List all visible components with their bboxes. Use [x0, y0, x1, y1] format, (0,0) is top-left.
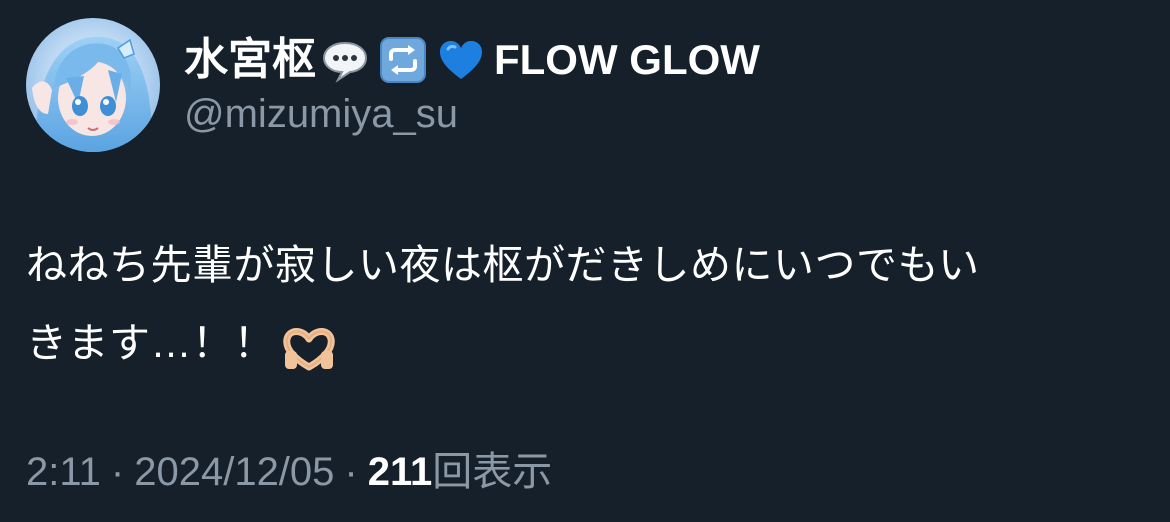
avatar[interactable] [26, 18, 160, 152]
tweet-text: ねねち先輩が寂しい夜は枢がだきしめにいつでもい きます…！！ [26, 226, 1146, 382]
avatar-image [26, 18, 160, 152]
tweet: 水宮枢 FLOW GLOW @mizumiya_su ねねち先輩が寂しい夜は枢が… [0, 0, 1170, 522]
meta-separator: · [344, 450, 358, 494]
meta-separator: · [110, 450, 125, 494]
tweet-time[interactable]: 2:11 [26, 450, 101, 494]
author-handle[interactable]: @mizumiya_su [184, 88, 458, 140]
views-label: 回表示 [432, 450, 553, 494]
tweet-text-line: ねねち先輩が寂しい夜は枢がだきしめにいつでもい [26, 242, 980, 288]
author-display-name: 水宮枢 [184, 35, 316, 84]
blue-heart-icon [433, 32, 489, 88]
tweet-text-line: きます…！！ [26, 304, 1146, 382]
author-name-suffix: FLOW GLOW [494, 36, 760, 83]
speech-balloon-icon [317, 32, 373, 88]
repeat-arrows-icon [375, 32, 431, 88]
tweet-text-line-content: きます…！！ [26, 320, 275, 366]
views-count[interactable]: 211 [368, 450, 433, 494]
tweet-meta: 2:11 · 2024/12/05 · 211回表示 [26, 446, 552, 498]
tweet-date[interactable]: 2024/12/05 [134, 450, 334, 494]
author-name-row[interactable]: 水宮枢 FLOW GLOW [184, 30, 760, 90]
heart-hands-icon [281, 318, 337, 371]
